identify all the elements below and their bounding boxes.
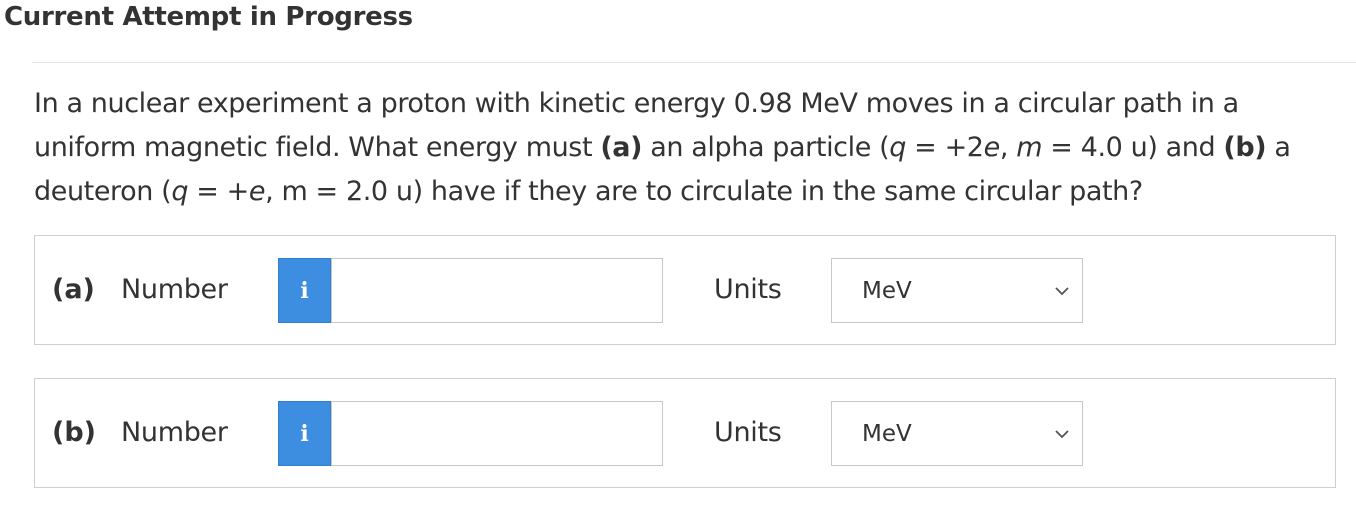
- info-button[interactable]: i: [278, 401, 331, 466]
- elementary-charge-symbol: e: [983, 132, 1001, 163]
- info-icon: i: [300, 420, 309, 447]
- number-label: Number: [121, 417, 228, 448]
- header-divider: [32, 62, 1356, 63]
- chevron-down-icon: [1055, 287, 1069, 296]
- part-b-marker: (b): [1223, 132, 1267, 163]
- units-select[interactable]: MeV: [831, 258, 1083, 323]
- number-label: Number: [121, 274, 228, 305]
- question-text: In a nuclear experiment a proton with ki…: [34, 82, 1334, 214]
- charge-symbol: q: [171, 176, 189, 207]
- units-label: Units: [714, 274, 782, 305]
- answer-row-a: (a) Number i Units MeV: [34, 235, 1336, 345]
- page-title: Current Attempt in Progress: [4, 2, 413, 32]
- chevron-down-icon: [1055, 430, 1069, 439]
- question-text-segment: an alpha particle (: [642, 132, 890, 163]
- charge-symbol: q: [889, 132, 906, 163]
- question-text-segment: = 4.0 u) and: [1042, 132, 1224, 163]
- units-selected-value: MeV: [862, 421, 912, 447]
- number-input[interactable]: [331, 401, 663, 466]
- mass-symbol: m: [1016, 132, 1043, 163]
- units-label: Units: [714, 417, 782, 448]
- elementary-charge-symbol: e: [248, 176, 266, 207]
- units-selected-value: MeV: [862, 278, 912, 304]
- number-input[interactable]: [331, 258, 663, 323]
- info-button[interactable]: i: [278, 258, 331, 323]
- question-text-segment: ,: [999, 132, 1017, 163]
- info-icon: i: [300, 277, 309, 304]
- question-text-segment: = +2: [906, 132, 984, 163]
- question-text-segment: = +: [188, 176, 249, 207]
- part-a-marker: (a): [600, 132, 643, 163]
- answer-row-b: (b) Number i Units MeV: [34, 378, 1336, 488]
- question-text-segment: , m = 2.0 u) have if they are to circula…: [265, 176, 1143, 207]
- part-label: (a): [52, 274, 95, 305]
- part-label: (b): [52, 417, 97, 448]
- units-select[interactable]: MeV: [831, 401, 1083, 466]
